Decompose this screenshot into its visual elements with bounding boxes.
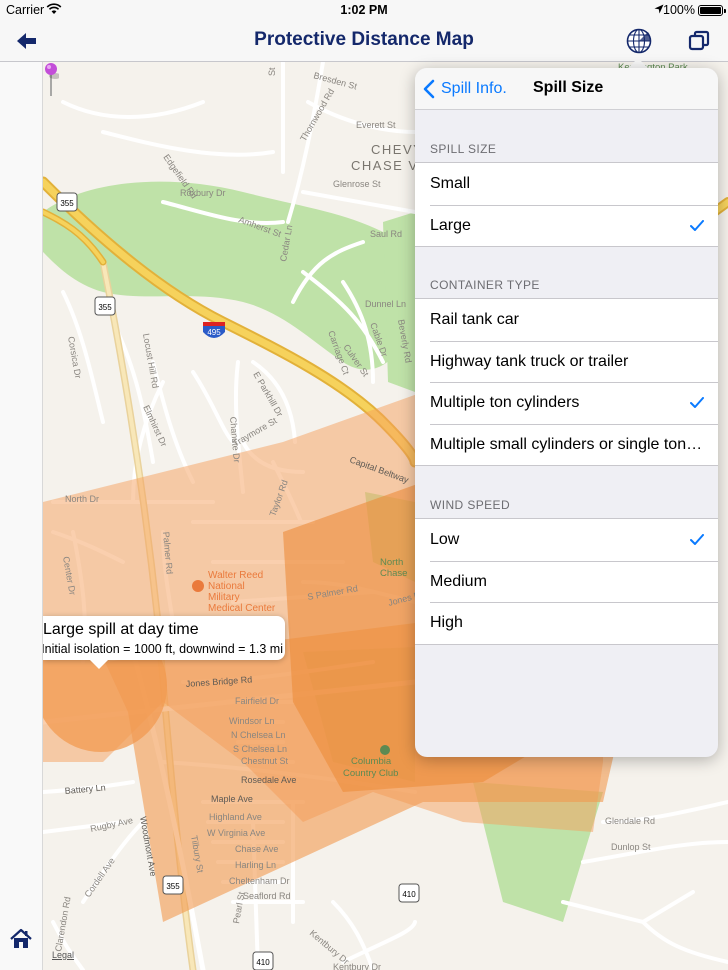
option-rail-tank-car[interactable]: Rail tank car (415, 299, 718, 341)
legal-link[interactable]: Legal (52, 950, 74, 960)
checkmark-icon (690, 534, 704, 545)
svg-text:Maple Ave: Maple Ave (211, 794, 253, 804)
svg-text:Glendale Rd: Glendale Rd (605, 816, 655, 826)
spill-info-back-button[interactable]: Spill Info. (423, 78, 507, 100)
callout-tail (89, 659, 109, 669)
option-high[interactable]: High (415, 602, 718, 644)
svg-text:Harling Ln: Harling Ln (235, 860, 276, 870)
navigation-bar: Protective Distance Map (0, 20, 728, 62)
section-header-container-type: CONTAINER TYPE (430, 278, 540, 292)
spill-size-options: Small Large (415, 162, 718, 247)
svg-text:355: 355 (166, 882, 180, 891)
checkmark-icon (690, 397, 704, 408)
svg-text:Rosedale Ave: Rosedale Ave (241, 775, 296, 785)
option-low[interactable]: Low (415, 519, 718, 561)
section-header-wind-speed: WIND SPEED (430, 498, 511, 512)
svg-text:Dunnel Ln: Dunnel Ln (365, 299, 406, 309)
svg-text:Medical Center: Medical Center (208, 603, 276, 614)
svg-text:Dunlop St: Dunlop St (611, 842, 651, 852)
option-label: High (430, 614, 463, 631)
svg-text:St: St (267, 67, 277, 76)
option-label: Highway tank truck or trailer (430, 352, 629, 370)
copy-windows-icon[interactable] (686, 28, 712, 54)
option-label: Multiple ton cylinders (430, 394, 580, 411)
svg-text:Kentbury Dr: Kentbury Dr (333, 962, 381, 970)
option-multiple-ton-cylinders[interactable]: Multiple ton cylinders (415, 382, 718, 424)
battery-percent: 100% (663, 3, 695, 17)
option-small[interactable]: Small (415, 163, 718, 205)
svg-text:National: National (208, 581, 245, 592)
chevron-left-icon (423, 79, 435, 99)
svg-text:Roxbury Dr: Roxbury Dr (180, 188, 226, 198)
svg-text:Fairfield Dr: Fairfield Dr (235, 696, 279, 706)
svg-text:N Chelsea Ln: N Chelsea Ln (231, 730, 286, 740)
popover-title: Spill Size (533, 79, 604, 96)
svg-text:355: 355 (60, 199, 74, 208)
back-button-label: Spill Info. (441, 80, 507, 97)
svg-text:North: North (380, 557, 403, 568)
svg-text:Highland Ave: Highland Ave (209, 812, 262, 822)
svg-text:Cheltenham Dr: Cheltenham Dr (229, 876, 290, 886)
popover-header: Spill Info. Spill Size (415, 68, 718, 110)
container-type-options: Rail tank car Highway tank truck or trai… (415, 298, 718, 466)
option-label: Medium (430, 572, 487, 590)
spill-callout[interactable]: Large spill at day time Initial isolatio… (43, 616, 285, 669)
svg-text:410: 410 (256, 958, 270, 967)
svg-text:Glenrose St: Glenrose St (333, 179, 381, 189)
callout-subtitle: Initial isolation = 1000 ft, downwind = … (43, 642, 283, 656)
wind-speed-options: Low Medium High (415, 518, 718, 645)
section-header-spill-size: SPILL SIZE (430, 142, 497, 156)
clock: 1:02 PM (340, 3, 388, 17)
svg-text:355: 355 (98, 303, 112, 312)
svg-text:S Chelsea Ln: S Chelsea Ln (233, 744, 287, 754)
option-large[interactable]: Large (415, 204, 718, 247)
svg-text:410: 410 (402, 890, 416, 899)
svg-text:Chase Ave: Chase Ave (235, 844, 278, 854)
option-label: Rail tank car (430, 311, 519, 328)
option-label: Low (430, 531, 460, 548)
checkmark-icon (690, 219, 704, 231)
option-label: Large (430, 216, 471, 234)
option-multiple-small-cylinders[interactable]: Multiple small cylinders or single ton c… (415, 423, 718, 466)
home-icon[interactable] (9, 928, 33, 950)
radar-globe-icon[interactable] (624, 26, 654, 56)
svg-text:Saul Rd: Saul Rd (370, 229, 402, 239)
svg-text:Chase: Chase (380, 568, 407, 579)
option-medium[interactable]: Medium (415, 560, 718, 603)
svg-text:Columbia: Columbia (351, 756, 392, 767)
battery-icon (698, 5, 726, 16)
svg-text:Country Club: Country Club (343, 768, 398, 779)
svg-text:Military: Military (208, 592, 240, 603)
status-bar: Carrier 1:02 PM 100% (0, 0, 728, 20)
callout-title: Large spill at day time (43, 621, 199, 638)
svg-text:Windsor Ln: Windsor Ln (229, 716, 275, 726)
svg-text:W Virginia Ave: W Virginia Ave (207, 828, 265, 838)
svg-text:North Dr: North Dr (65, 494, 99, 504)
option-label: Small (430, 175, 471, 192)
svg-text:Seaflord Rd: Seaflord Rd (243, 891, 291, 901)
svg-text:Everett St: Everett St (356, 120, 396, 130)
option-highway-tank-truck[interactable]: Highway tank truck or trailer (415, 340, 718, 383)
page-title: Protective Distance Map (254, 29, 474, 50)
option-label: Multiple small cylinders or single ton c… (430, 435, 704, 453)
svg-text:495: 495 (207, 328, 221, 337)
svg-text:Chestnut St: Chestnut St (241, 756, 289, 766)
left-sidebar (0, 62, 43, 970)
svg-text:Walter Reed: Walter Reed (208, 570, 263, 581)
spill-size-popover: Spill Info. Spill Size SPILL SIZE Small … (415, 68, 718, 757)
spill-location-pin[interactable] (43, 62, 59, 96)
